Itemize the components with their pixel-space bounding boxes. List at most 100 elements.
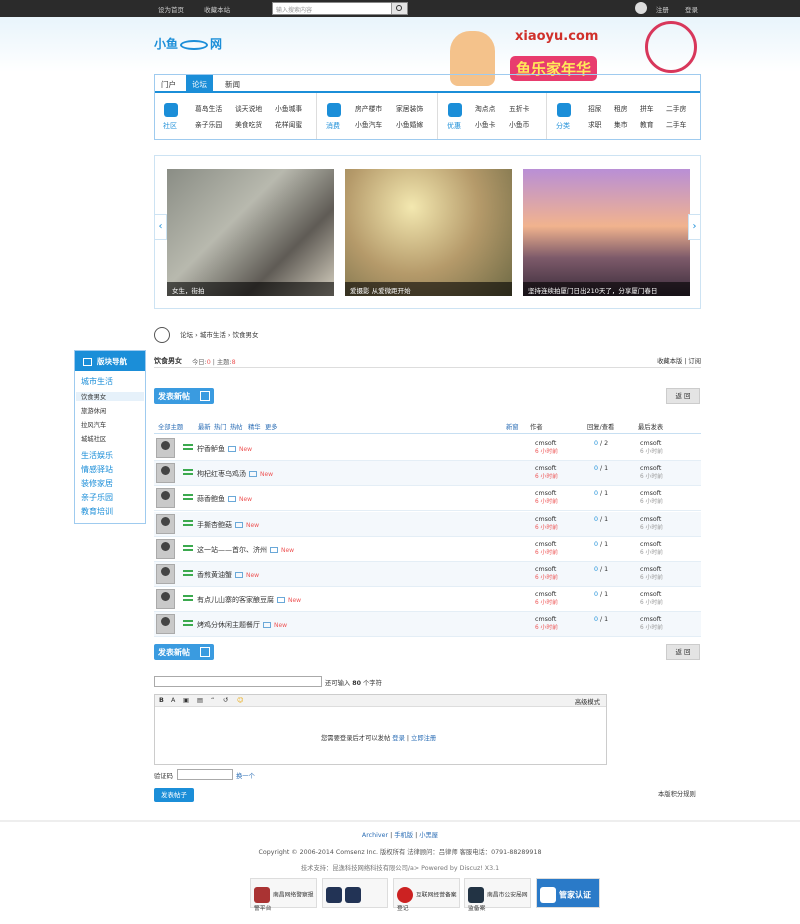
thread-title[interactable]: 蒜香鲍鱼 New [197,494,252,504]
forum-rules-link[interactable]: 本版积分规则 [658,789,696,798]
new-post-button[interactable]: 发表新帖 [154,388,214,404]
last-post[interactable]: cmsoft 6 小时前 [640,465,663,481]
badge-police[interactable]: 南昌网络警察报警平台 [250,878,317,912]
thread-author[interactable]: cmsoft 6 小时前 [535,591,558,607]
archiver-link[interactable]: Archiver [362,832,388,839]
slider-next-arrow[interactable]: › [688,214,701,240]
table-row[interactable]: 手撕杏鲍菇 New cmsoft 6 小时前 0 / 1 cmsoft 6 小时前 [154,511,701,537]
search-input[interactable]: 输入搜索内容 [276,5,312,14]
table-row[interactable]: 蒜香鲍鱼 New cmsoft 6 小时前 0 / 1 cmsoft 6 小时前 [154,486,701,512]
tab-news[interactable]: 新闻 [225,79,240,90]
avatar[interactable] [156,488,175,509]
new-window-toggle[interactable]: 新窗 [506,422,519,431]
home-icon[interactable] [154,327,170,343]
blackroom-link[interactable]: 小黑屋 [419,832,438,839]
site-logo[interactable]: 小鱼网 [154,35,222,52]
thread-author[interactable]: cmsoft 6 小时前 [535,616,558,632]
thread-author[interactable]: cmsoft 6 小时前 [535,465,558,481]
avatar[interactable] [156,513,175,534]
thread-author[interactable]: cmsoft 6 小时前 [535,541,558,557]
font-color-icon[interactable]: A [171,697,175,704]
last-post[interactable]: cmsoft 6 小时前 [640,541,663,557]
last-post[interactable]: cmsoft 6 小时前 [640,591,663,607]
sidebar-item-family[interactable]: 亲子乐园 [81,492,113,503]
slide-2[interactable]: 爱摄影 从爱微距开始 [345,169,512,296]
badge-certified[interactable]: 管家认证 [536,878,600,908]
smiley-icon[interactable]: ☺ [237,697,244,704]
filter-hot[interactable]: 热门 [214,422,227,431]
slide-1[interactable]: 女生，街拍 [167,169,334,296]
favorite-link[interactable]: 收藏本站 [204,6,230,14]
sidebar-item-education[interactable]: 教育培训 [81,506,113,517]
table-row[interactable]: 有点儿山寨的客家酿豆腐 New cmsoft 6 小时前 0 / 1 cmsoft 6 小时… [154,587,701,613]
last-post[interactable]: cmsoft 6 小时前 [640,566,663,582]
thread-title[interactable]: 烤鸡分休闲主题餐厅 New [197,620,287,630]
thread-title[interactable]: 这一站——首尔、济州 New [197,545,294,555]
captcha-input[interactable] [177,769,233,780]
filter-heat[interactable]: 热帖 [230,422,243,431]
back-button-bottom[interactable]: 返 回 [666,644,700,660]
attach-icon[interactable]: ▤ [197,697,203,704]
avatar[interactable] [635,2,647,14]
avatar[interactable] [156,538,175,559]
filter-latest[interactable]: 最新 [198,422,211,431]
thread-author[interactable]: cmsoft 6 小时前 [535,566,558,582]
tab-forum[interactable]: 论坛 [186,75,213,93]
badge-icp[interactable]: 互联网经营备案登记 [393,878,460,912]
image-icon[interactable]: ▣ [183,697,189,704]
slide-3[interactable]: 坚持连续拍厦门日出210天了，分享厦门春日 [523,169,690,296]
table-row[interactable]: 这一站——首尔、济州 New cmsoft 6 小时前 0 / 1 cmsoft 6 小时前 [154,537,701,562]
badge-security[interactable]: 南昌市公安局网监备案 [464,878,531,912]
thread-author[interactable]: cmsoft 6 小时前 [535,490,558,506]
last-post[interactable]: cmsoft 6 小时前 [640,616,663,632]
sidebar-item-emotion[interactable]: 情感驿站 [81,464,113,475]
avatar[interactable] [156,438,175,458]
sidebar-item-food[interactable]: 饮食男女 [76,392,144,401]
title-input[interactable] [154,676,322,687]
sidebar-item-decor[interactable]: 装修家居 [81,478,113,489]
avatar[interactable] [156,564,175,584]
sidebar-item-life[interactable]: 生活娱乐 [81,450,113,461]
filter-digest[interactable]: 精华 [248,422,261,431]
change-captcha-link[interactable]: 换一个 [236,771,255,780]
thread-author[interactable]: cmsoft 6 小时前 [535,440,558,456]
avatar[interactable] [156,463,175,484]
favorite-forum-button[interactable]: 收藏本版 [657,358,682,365]
avatar[interactable] [156,614,175,635]
mobile-link[interactable]: 手机版 [394,832,413,839]
table-row[interactable]: 烤鸡分休闲主题餐厅 New cmsoft 6 小时前 0 / 1 cmsoft 6 小时前 [154,612,701,638]
editor-login-link[interactable]: 登录 [392,735,405,742]
thread-title[interactable]: 手撕杏鲍菇 New [197,520,259,530]
back-button[interactable]: 返 回 [666,388,700,404]
filter-more[interactable]: 更多 [265,422,278,431]
bold-icon[interactable]: B [159,697,164,704]
advanced-mode-link[interactable]: 高级模式 [575,697,600,706]
slider-prev-arrow[interactable]: ‹ [154,214,167,240]
search-button[interactable] [391,3,407,14]
search-box[interactable]: 输入搜索内容 [272,2,408,15]
table-row[interactable]: 香煎黄油蟹 New cmsoft 6 小时前 0 / 1 cmsoft 6 小时前 [154,562,701,587]
thread-title[interactable]: 香煎黄油蟹 New [197,570,259,580]
table-row[interactable]: 柠香鲈鱼 New cmsoft 6 小时前 0 / 2 cmsoft 6 小时前 [154,436,701,461]
sidebar-item-community[interactable]: 城城社区 [81,434,106,443]
last-post[interactable]: cmsoft 6 小时前 [640,490,663,506]
login-link[interactable]: 登录 [685,6,698,14]
editor-register-link[interactable]: 立即注册 [411,735,436,742]
quick-post-editor[interactable]: B A ▣ ▤ “ ↺ ☺ 高级模式 您需要登录后才可以发帖 登录 | 立即注册 [154,694,607,765]
sidebar-item-car[interactable]: 拉风汽车 [81,420,106,429]
register-link[interactable]: 注册 [656,6,669,14]
thread-title[interactable]: 有点儿山寨的客家酿豆腐 New [197,595,301,605]
badge-cyber-police[interactable] [322,878,388,908]
last-post[interactable]: cmsoft 6 小时前 [640,516,663,532]
subscribe-button[interactable]: 订阅 [688,358,701,365]
thread-author[interactable]: cmsoft 6 小时前 [535,516,558,532]
quote-icon[interactable]: “ [211,697,214,704]
filter-all[interactable]: 全部主题 [158,422,183,431]
sidebar-item-travel[interactable]: 旅游休闲 [81,406,106,415]
set-home-link[interactable]: 设为首页 [158,6,184,14]
sidebar-item-city[interactable]: 城市生活 [81,376,113,387]
table-row[interactable]: 枸杞红枣乌鸡汤 New cmsoft 6 小时前 0 / 1 cmsoft 6 小时前 [154,461,701,487]
thread-title[interactable]: 枸杞红枣乌鸡汤 New [197,469,273,479]
thread-title[interactable]: 柠香鲈鱼 New [197,444,252,454]
submit-post-button[interactable]: 发表帖子 [154,788,194,802]
